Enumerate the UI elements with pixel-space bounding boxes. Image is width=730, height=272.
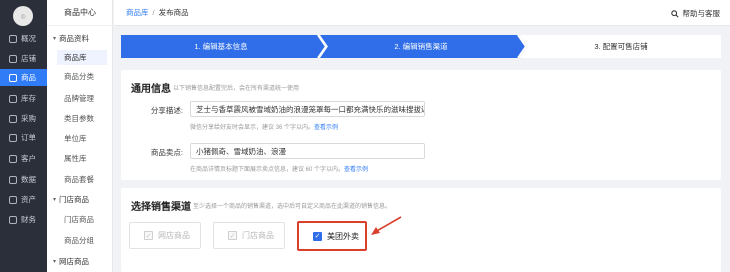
nav-item-data[interactable]: 数据: [0, 171, 47, 188]
general-info-card: 通用信息 以下销售信息配置完后，会在所有渠道统一使用 分享描述: 芝士与香草震风…: [121, 70, 721, 180]
nav-item-overview[interactable]: 概况: [0, 30, 47, 47]
store-logo[interactable]: ◎: [13, 6, 33, 26]
channel-online-store: ✓ 网店商品: [129, 222, 201, 249]
sales-channel-card: 选择销售渠道 至少选择一个商品的销售渠道，选中后可自定义商品在此渠道的销售信息。…: [121, 188, 721, 272]
channel-offline-store: ✓ 门店商品: [213, 222, 285, 249]
purchase-icon: [9, 114, 17, 123]
share-example-link[interactable]: 查看示例: [314, 125, 338, 131]
breadcrumb-separator: /: [152, 8, 155, 17]
customer-icon: [9, 154, 17, 163]
data-icon: [9, 175, 17, 184]
step-indicator: 1. 编辑基本信息 2. 编辑销售渠道 3. 配置可售店铺: [121, 35, 721, 58]
nav-item-asset[interactable]: 资产: [0, 191, 47, 208]
inventory-icon: [9, 94, 17, 103]
sub-group-store-goods[interactable]: ▾ 门店商品: [53, 194, 89, 205]
selling-example-link[interactable]: 查看示例: [344, 167, 368, 173]
selling-point-label: 商品卖点:: [150, 148, 183, 157]
nav-item-inventory[interactable]: 库存: [0, 90, 47, 107]
step-1: 1. 编辑基本信息: [194, 42, 248, 51]
goods-icon: [9, 73, 17, 82]
nav-item-purchase[interactable]: 采购: [0, 110, 47, 127]
annotation-arrow-icon: [371, 216, 402, 235]
asset-icon: [9, 195, 17, 204]
sub-nav-title: 商品中心: [47, 0, 113, 26]
selling-point-input[interactable]: 小猪佩奇、雪域奶油、浪漫: [190, 143, 425, 159]
caret-down-icon: ▾: [53, 259, 57, 265]
checkbox-checked-icon: ✓: [144, 231, 153, 240]
general-info-hint: 以下销售信息配置完后，会在所有渠道统一使用: [173, 86, 300, 92]
general-info-title: 通用信息: [131, 84, 171, 95]
share-desc-tip: 微信分享给好友时会显示，建议 36 个字以内。查看示例: [190, 125, 339, 131]
checkbox-checked-icon: ✓: [228, 231, 237, 240]
sub-item-unit[interactable]: 单位库: [57, 131, 107, 146]
nav-item-store[interactable]: 店铺: [0, 50, 47, 67]
help-button[interactable]: 帮助与客服: [670, 8, 720, 19]
nav-item-finance[interactable]: 财务: [0, 211, 47, 228]
store-icon: [9, 54, 17, 63]
caret-down-icon: ▾: [53, 197, 57, 203]
page-title: 发布商品: [158, 8, 189, 17]
nav-item-customer[interactable]: 客户: [0, 150, 47, 167]
channel-meituan-delivery[interactable]: ✓ 美团外卖: [297, 221, 367, 251]
sub-item-brand[interactable]: 品牌管理: [57, 91, 107, 106]
sub-nav: 商品中心 ▾ 商品资料 商品库 商品分类 品牌管理 类目参数 单位库 属性库 商品…: [47, 0, 113, 272]
finance-icon: [9, 215, 17, 224]
sub-group-online-goods[interactable]: ▾ 网店商品: [53, 256, 89, 267]
nav-item-goods[interactable]: 商品: [0, 69, 47, 86]
logo-icon: ◎: [20, 13, 26, 20]
share-desc-input[interactable]: 芝士与香草震风被雪域奶油的浪漫笼罩每一口都充满快乐的滋味搜拔近: [190, 101, 425, 117]
share-desc-label: 分享描述:: [150, 106, 183, 115]
sub-item-goods-group[interactable]: 商品分组: [57, 233, 107, 248]
step-2: 2. 编辑销售渠道: [394, 42, 448, 51]
sub-item-store-goods[interactable]: 门店商品: [57, 212, 107, 227]
monitor-icon: [9, 34, 17, 43]
checkbox-checked-icon[interactable]: ✓: [313, 231, 322, 241]
main-nav: ◎ 概况 店铺 商品 库存 采购 订单 客户 数据 资产 财务: [0, 0, 47, 272]
sub-item-attribute[interactable]: 属性库: [57, 151, 107, 166]
selling-point-tip: 在商品详情页标题下面展示卖点信息，建议 60 个字以内。查看示例: [190, 167, 369, 173]
search-icon: [670, 9, 679, 18]
breadcrumb-goods-library[interactable]: 商品库: [126, 7, 149, 18]
step-3: 3. 配置可售店铺: [594, 42, 648, 51]
order-icon: [9, 133, 17, 142]
sub-group-goods-info[interactable]: ▾ 商品资料: [53, 33, 89, 44]
top-bar: 商品库 / 发布商品 帮助与客服: [114, 0, 730, 26]
sales-channel-hint: 至少选择一个商品的销售渠道，选中后可自定义商品在此渠道的销售信息。: [193, 204, 392, 210]
sub-item-package[interactable]: 商品套餐: [57, 172, 107, 187]
sub-item-goods-category[interactable]: 商品分类: [57, 69, 107, 84]
sub-item-goods-library[interactable]: 商品库: [57, 50, 107, 65]
nav-item-order[interactable]: 订单: [0, 129, 47, 146]
sub-item-category-params[interactable]: 类目参数: [57, 111, 107, 126]
sales-channel-title: 选择销售渠道: [131, 202, 191, 213]
caret-down-icon: ▾: [53, 36, 57, 42]
